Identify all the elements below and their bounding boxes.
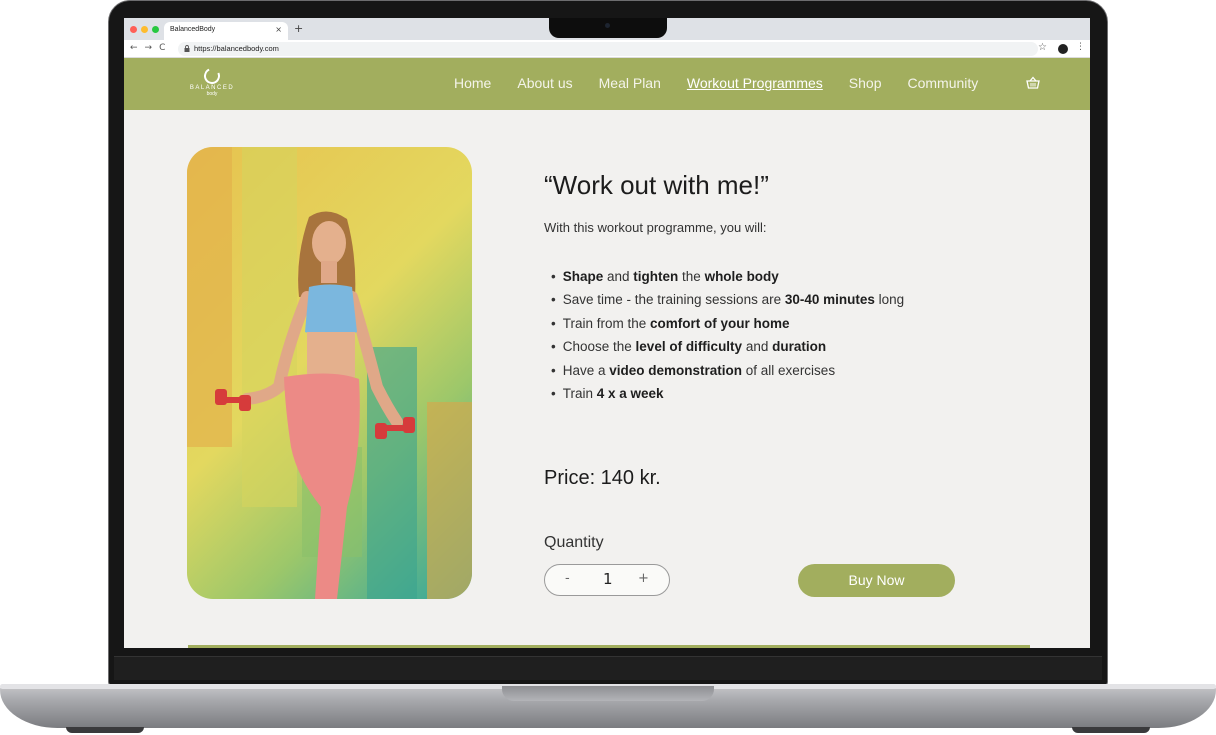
nav-home[interactable]: Home	[454, 75, 491, 91]
benefit-text: level of difficulty	[635, 339, 743, 355]
tab-close-icon[interactable]: ×	[275, 25, 282, 34]
benefit-text: Save time - the training sessions are	[562, 292, 785, 308]
benefit-text: Train from the	[562, 315, 651, 331]
close-window-button[interactable]	[130, 26, 137, 33]
benefit-text: 30-40 minutes	[784, 292, 875, 308]
benefit-text: tighten	[633, 269, 679, 284]
benefit-item: Choose the level of difficulty and durat…	[551, 335, 904, 358]
benefit-item: Shape and tighten the whole body	[551, 265, 904, 288]
benefit-text: Choose the	[562, 339, 636, 355]
product-photo	[187, 147, 472, 599]
product-heading: “Work out with me!”	[544, 170, 769, 200]
benefit-text: of all exercises	[742, 362, 836, 378]
browser-tab[interactable]: BalancedBody ×	[164, 22, 288, 40]
benefit-text: Shape	[562, 269, 604, 284]
site-logo[interactable]: BALANCED body	[182, 65, 242, 104]
nav-community[interactable]: Community	[908, 75, 979, 91]
increase-quantity-button[interactable]: +	[638, 571, 649, 586]
laptop-foot-left	[66, 727, 144, 733]
nav-about-us[interactable]: About us	[517, 75, 572, 91]
reload-icon[interactable]: C	[159, 43, 165, 53]
benefit-text: and	[603, 269, 634, 284]
quantity-value[interactable]: 1	[603, 570, 613, 588]
benefit-text: video demonstration	[609, 362, 743, 378]
benefit-item: Have a video demonstration of all exerci…	[551, 359, 904, 382]
product-price: Price: 140 kr.	[544, 467, 661, 489]
benefit-text: long	[874, 292, 905, 308]
screen: BalancedBody × + ← → C https://balancedb…	[124, 18, 1090, 648]
browser-nav-buttons: ← → C	[130, 43, 165, 53]
url-text: https://balancedbody.com	[194, 44, 279, 53]
window-controls	[130, 26, 159, 33]
url-field[interactable]: https://balancedbody.com	[178, 42, 1038, 56]
site-header: BALANCED body Home About us Meal Plan Wo…	[124, 58, 1090, 110]
benefits-list: Shape and tighten the whole bodySave tim…	[551, 265, 904, 405]
benefit-item: Save time - the training sessions are 30…	[551, 288, 904, 311]
laptop-mockup: BalancedBody × + ← → C https://balancedb…	[0, 0, 1216, 735]
new-tab-button[interactable]: +	[294, 23, 303, 35]
main-nav: Home About us Meal Plan Workout Programm…	[454, 75, 1004, 91]
benefit-text: 4 x a week	[596, 386, 664, 402]
profile-avatar-icon[interactable]	[1058, 44, 1068, 54]
product-intro: With this workout programme, you will:	[544, 220, 767, 235]
quantity-label: Quantity	[544, 534, 604, 551]
section-divider	[188, 645, 1030, 648]
decrease-quantity-button[interactable]: -	[565, 571, 570, 586]
camera-notch	[549, 18, 667, 38]
benefit-text: Have a	[562, 362, 610, 378]
tab-title: BalancedBody	[170, 26, 216, 33]
benefit-text: comfort of your home	[650, 315, 790, 331]
laptop-thumb-notch	[502, 686, 714, 701]
benefit-text: and	[742, 339, 773, 355]
logo-ring-icon	[201, 65, 223, 87]
shopping-basket-icon[interactable]	[1026, 76, 1040, 90]
benefit-item: Train from the comfort of your home	[551, 312, 904, 335]
bookmark-star-icon[interactable]: ☆	[1038, 42, 1047, 53]
woman-with-dumbbells-image	[187, 147, 472, 599]
browser-menu-icon[interactable]: ⋮	[1076, 42, 1085, 52]
quantity-stepper: - 1 +	[544, 564, 670, 596]
logo-subtext: body	[206, 91, 218, 97]
nav-meal-plan[interactable]: Meal Plan	[599, 75, 661, 91]
benefit-text: the	[678, 269, 705, 284]
nav-shop[interactable]: Shop	[849, 75, 882, 91]
nav-workout-programmes[interactable]: Workout Programmes	[687, 75, 823, 91]
laptop-foot-right	[1072, 727, 1150, 733]
back-arrow-icon[interactable]: ←	[130, 43, 138, 53]
minimize-window-button[interactable]	[141, 26, 148, 33]
benefit-text: duration	[772, 339, 827, 355]
buy-now-button[interactable]: Buy Now	[798, 564, 955, 597]
forward-arrow-icon[interactable]: →	[145, 43, 153, 53]
laptop-bezel	[114, 656, 1102, 680]
product-section: “Work out with me!” With this workout pr…	[124, 110, 1090, 648]
lock-icon	[184, 45, 190, 52]
maximize-window-button[interactable]	[152, 26, 159, 33]
browser-address-bar: ← → C https://balancedbody.com ☆ ⋮	[124, 40, 1090, 58]
benefit-text: Train	[562, 386, 597, 402]
benefit-text: whole body	[704, 269, 779, 284]
benefit-item: Train 4 x a week	[551, 382, 904, 405]
